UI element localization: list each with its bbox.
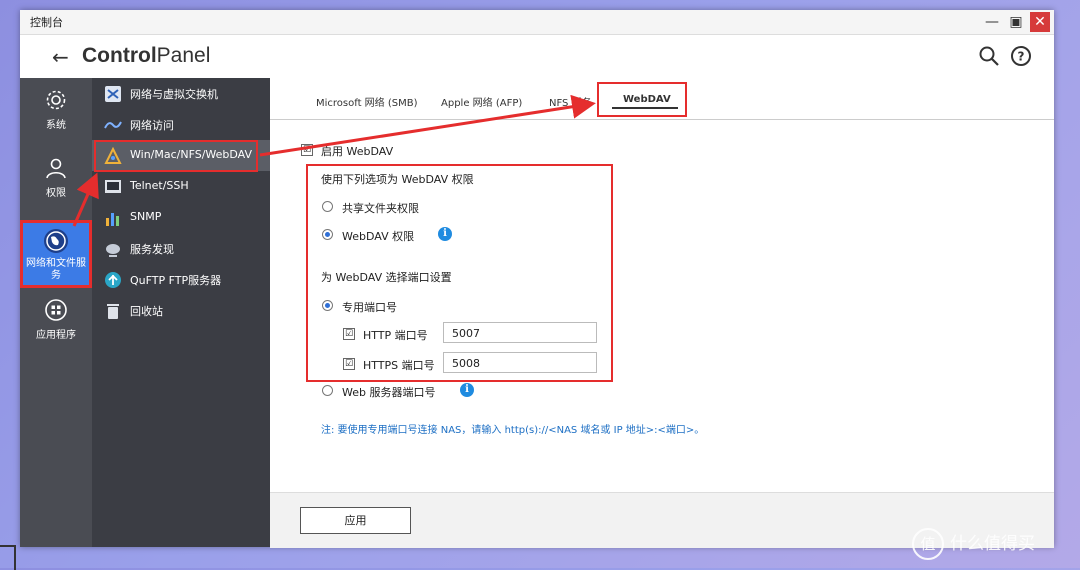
tab-nfs[interactable]: NFS 服务 xyxy=(549,94,592,109)
https-port-label: HTTPS 端口号 xyxy=(363,359,435,372)
edge-fragment xyxy=(0,545,16,570)
dedicated-port-radio[interactable] xyxy=(322,300,333,311)
protocols-icon xyxy=(104,147,122,164)
nav-system[interactable]: 系统 xyxy=(20,88,92,138)
globe-icon xyxy=(44,229,68,253)
terminal-icon xyxy=(105,180,121,193)
broadcast-icon xyxy=(106,244,120,257)
main-sidebar: 系统 权限 网络和文件服务 应用程序 xyxy=(20,78,92,547)
webdav-permission-radio[interactable] xyxy=(322,229,333,240)
http-port-input[interactable]: 5007 xyxy=(443,322,597,343)
enable-webdav-label: 启用 WebDAV xyxy=(321,145,394,158)
ftp-icon xyxy=(105,272,121,288)
permission-heading: 使用下列选项为 WebDAV 权限 xyxy=(321,173,474,186)
webdav-permission-label: WebDAV 权限 xyxy=(342,230,415,243)
control-panel-window: 控制台 — ▣ ✕ ← ControlPanel ? 系统 权限 网络和文件服务… xyxy=(20,10,1054,548)
apps-icon xyxy=(45,299,67,321)
highlight-box xyxy=(597,82,687,117)
tab-bar: Microsoft 网络 (SMB) Apple 网络 (AFP) NFS 服务… xyxy=(270,78,1054,120)
app-header: ← ControlPanel ? xyxy=(20,35,1054,79)
network-switch-icon xyxy=(105,86,121,102)
nav-label: 系统 xyxy=(46,120,66,131)
tab-afp[interactable]: Apple 网络 (AFP) xyxy=(441,94,522,109)
nav-label: 应用程序 xyxy=(36,330,76,341)
gear-icon xyxy=(46,90,66,110)
network-access-icon xyxy=(104,121,122,129)
tab-smb[interactable]: Microsoft 网络 (SMB) xyxy=(316,94,418,109)
http-port-checkbox[interactable]: ☑ xyxy=(343,328,355,340)
watermark-text: 什么值得买 xyxy=(950,534,1035,554)
share-permission-radio[interactable] xyxy=(322,201,333,212)
https-port-checkbox[interactable]: ☑ xyxy=(343,358,355,370)
dedicated-port-label: 专用端口号 xyxy=(342,301,397,314)
subnav-item-recycle-bin[interactable]: 回收站 xyxy=(92,295,270,326)
http-port-label: HTTP 端口号 xyxy=(363,329,428,342)
enable-webdav-checkbox[interactable]: ☑ xyxy=(301,144,313,156)
share-permission-label: 共享文件夹权限 xyxy=(342,202,419,215)
watermark: 值什么值得买 xyxy=(912,528,1035,560)
web-server-port-label: Web 服务器端口号 xyxy=(342,386,436,399)
subnav-item-telnet-ssh[interactable]: Telnet/SSH xyxy=(92,171,270,202)
window-title: 控制台 xyxy=(30,16,63,29)
info-icon[interactable]: i xyxy=(460,383,474,397)
watermark-logo: 值 xyxy=(912,528,944,560)
nav-label: 权限 xyxy=(46,188,66,199)
connection-note: 注: 要使用专用端口号连接 NAS，请输入 http(s)://<NAS 域名或… xyxy=(321,425,705,436)
subnav-item-snmp[interactable]: SNMP xyxy=(92,202,270,233)
back-arrow-icon[interactable]: ← xyxy=(52,45,69,69)
service-subnav: 网络与虚拟交换机 网络访问 Win/Mac/NFS/WebDAV Telnet/… xyxy=(92,78,270,547)
close-button[interactable]: ✕ xyxy=(1030,12,1050,32)
nav-privilege[interactable]: 权限 xyxy=(20,156,92,206)
svg-text:?: ? xyxy=(1018,50,1025,64)
subnav-item-network-access[interactable]: 网络访问 xyxy=(92,109,270,140)
help-icon[interactable]: ? xyxy=(1010,45,1032,67)
subnav-item-win-mac-nfs-webdav[interactable]: Win/Mac/NFS/WebDAV xyxy=(92,140,270,172)
app-brand: ControlPanel xyxy=(82,44,211,67)
subnav-item-ftp[interactable]: QuFTP FTP服务器 xyxy=(92,264,270,295)
title-bar: 控制台 — ▣ ✕ xyxy=(20,10,1054,35)
search-icon[interactable] xyxy=(978,45,1000,67)
https-port-input[interactable]: 5008 xyxy=(443,352,597,373)
minimize-button[interactable]: — xyxy=(982,12,1002,32)
bar-chart-icon xyxy=(106,213,119,226)
nav-label: 网络和文件服务 xyxy=(26,258,86,281)
content-panel: Microsoft 网络 (SMB) Apple 网络 (AFP) NFS 服务… xyxy=(270,78,1054,548)
web-server-port-radio[interactable] xyxy=(322,385,333,396)
info-icon[interactable]: i xyxy=(438,227,452,241)
port-heading: 为 WebDAV 选择端口设置 xyxy=(321,271,452,284)
user-icon xyxy=(46,158,66,179)
nav-network-file-services[interactable]: 网络和文件服务 xyxy=(20,220,92,288)
apply-button[interactable]: 应用 xyxy=(300,507,411,534)
nav-applications[interactable]: 应用程序 xyxy=(20,298,92,348)
maximize-button[interactable]: ▣ xyxy=(1006,12,1026,32)
trash-icon xyxy=(107,304,119,319)
subnav-item-service-discovery[interactable]: 服务发现 xyxy=(92,233,270,264)
subnav-item-network-switch[interactable]: 网络与虚拟交换机 xyxy=(92,78,270,109)
